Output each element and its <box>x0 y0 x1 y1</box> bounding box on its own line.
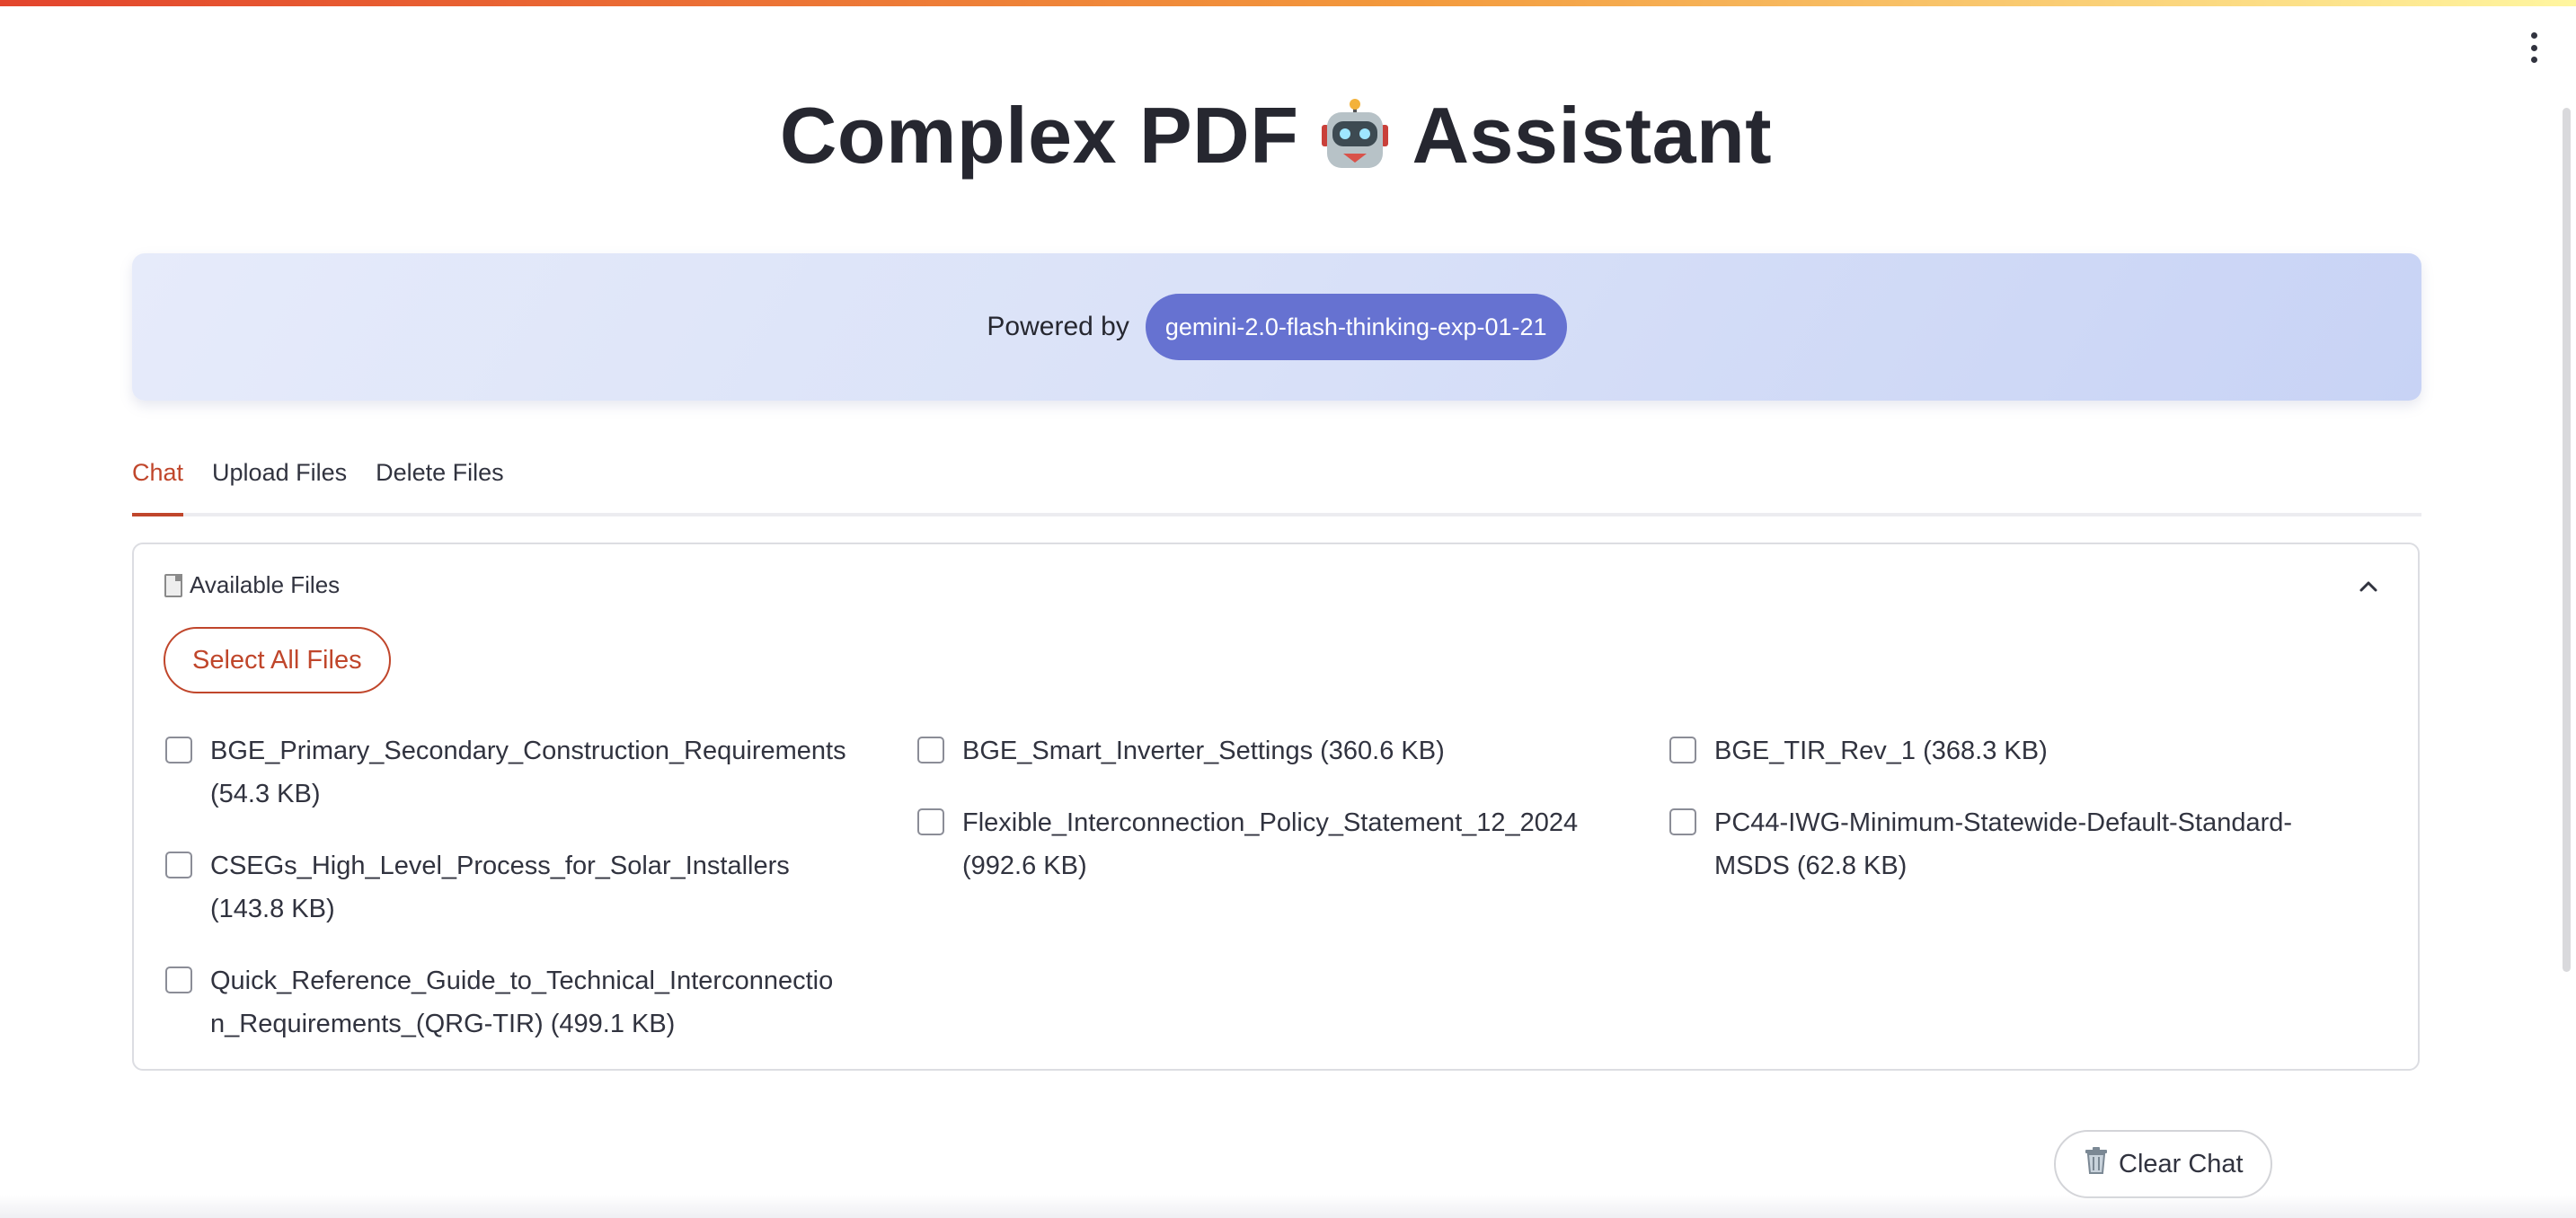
file-checkbox[interactable] <box>917 737 944 763</box>
file-label: Quick_Reference_Guide_to_Technical_Inter… <box>210 966 834 1038</box>
file-label: CSEGs_High_Level_Process_for_Solar_Insta… <box>210 852 790 923</box>
file-checkbox-item[interactable]: BGE_Smart_Inverter_Settings (360.6 KB) <box>917 729 1445 772</box>
file-label: BGE_Primary_Secondary_Construction_Requi… <box>210 737 846 808</box>
file-label: Flexible_Interconnection_Policy_Statemen… <box>962 808 1579 880</box>
file-checkbox-item[interactable]: PC44-IWG-Minimum-Statewide-Default-Stand… <box>1669 801 2292 887</box>
kebab-dot-icon <box>2530 32 2537 39</box>
file-checkbox[interactable] <box>165 737 192 763</box>
robot-icon <box>1318 98 1392 173</box>
file-checkbox-item[interactable]: Quick_Reference_Guide_to_Technical_Inter… <box>165 959 833 1046</box>
bottom-fade <box>0 1195 2576 1218</box>
file-checkbox[interactable] <box>1669 808 1696 835</box>
file-label: PC44-IWG-Minimum-Statewide-Default-Stand… <box>1714 808 2293 880</box>
file-checkbox-item[interactable]: CSEGs_High_Level_Process_for_Solar_Insta… <box>165 844 790 931</box>
model-name-badge: gemini-2.0-flash-thinking-exp-01-21 <box>1145 294 1567 360</box>
chevron-up-icon[interactable] <box>2359 577 2378 596</box>
page-title-end: Assistant <box>1412 91 1773 180</box>
powered-by-label: Powered by <box>987 312 1129 341</box>
clear-chat-label: Clear Chat <box>2119 1149 2244 1178</box>
tab-delete-files[interactable]: Delete Files <box>376 454 504 513</box>
trash-icon <box>2083 1146 2110 1182</box>
file-label: BGE_Smart_Inverter_Settings (360.6 KB) <box>962 737 1445 765</box>
tab-chat[interactable]: Chat <box>132 454 184 516</box>
page-title: Complex PDF Assistant <box>0 90 2552 181</box>
file-checkbox[interactable] <box>1669 737 1696 763</box>
document-icon <box>164 573 182 597</box>
powered-by-banner: Powered by gemini-2.0-flash-thinking-exp… <box>132 253 2421 401</box>
file-checkbox[interactable] <box>165 966 192 993</box>
app-page: Complex PDF Assistant Powered by gemini-… <box>0 0 2576 1218</box>
main-menu-button[interactable] <box>2523 32 2545 63</box>
file-checkbox-item[interactable]: BGE_Primary_Secondary_Construction_Requi… <box>165 729 846 816</box>
main-tabs: Chat Upload Files Delete Files <box>132 454 2421 516</box>
available-files-label: Available Files <box>190 571 341 598</box>
available-files-header[interactable]: Available Files <box>164 571 340 599</box>
page-title-start: Complex PDF <box>779 91 1299 180</box>
file-label: BGE_TIR_Rev_1 (368.3 KB) <box>1714 737 2048 765</box>
clear-chat-button[interactable]: Clear Chat <box>2054 1130 2272 1198</box>
header-decoration-stripe <box>0 0 2576 6</box>
page-scrollbar[interactable] <box>2563 108 2571 972</box>
kebab-dot-icon <box>2530 57 2537 63</box>
file-checkbox[interactable] <box>165 852 192 878</box>
kebab-dot-icon <box>2530 44 2537 51</box>
tab-upload-files[interactable]: Upload Files <box>212 454 347 513</box>
available-files-expander: Available Files Select All Files BGE_Pri… <box>132 543 2420 1071</box>
file-checkbox-item[interactable]: BGE_TIR_Rev_1 (368.3 KB) <box>1669 729 2048 772</box>
file-checkbox[interactable] <box>917 808 944 835</box>
select-all-files-button[interactable]: Select All Files <box>164 627 391 693</box>
file-checkbox-item[interactable]: Flexible_Interconnection_Policy_Statemen… <box>917 801 1578 887</box>
